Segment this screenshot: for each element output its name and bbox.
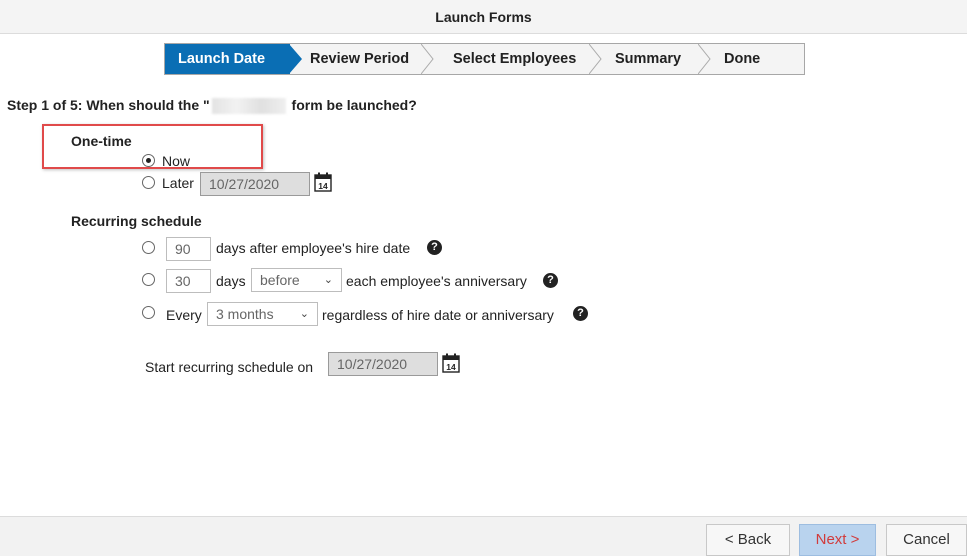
later-radio[interactable] [142,176,155,189]
select-value: before [260,272,300,288]
step-done[interactable]: Done [705,44,804,74]
interval-select[interactable]: 3 months ⌄ [207,302,318,326]
hire-days-field[interactable]: 90 [166,237,211,261]
later-label: Later [162,175,194,191]
now-label: Now [162,153,191,169]
chevron-down-icon: ⌄ [323,274,333,286]
later-date-field[interactable]: 10/27/2020 [200,172,310,196]
help-icon[interactable]: ? [573,306,588,321]
step-review-period[interactable]: Review Period [290,44,434,74]
every-radio[interactable] [142,306,155,319]
calendar-icon[interactable]: 14 [314,172,332,192]
back-button[interactable]: < Back [706,524,790,556]
anniversary-text: each employee's anniversary [346,273,527,289]
step-question: Step 1 of 5: When should the " form be l… [7,97,417,115]
anniversary-days-field[interactable]: 30 [166,269,211,293]
calendar-icon[interactable]: 14 [442,353,460,373]
start-date-field[interactable]: 10/27/2020 [328,352,438,376]
step-label: Summary [615,51,682,67]
select-value: 3 months [216,306,274,322]
chevron-down-icon: ⌄ [299,308,309,320]
window-title: Launch Forms [0,0,967,34]
one-time-title: One-time [71,133,132,149]
hire-date-radio[interactable] [142,241,155,254]
step-summary[interactable]: Summary [596,44,711,74]
cancel-button[interactable]: Cancel [886,524,967,556]
days-label: days [216,273,246,289]
step-label: Done [724,51,761,67]
redacted-form-name [211,98,286,115]
wizard-steps: Launch Date Review Period Select Employe… [164,43,805,75]
help-icon[interactable]: ? [427,240,442,255]
anniversary-radio[interactable] [142,273,155,286]
question-prefix: Step 1 of 5: When should the " [7,97,210,113]
start-recurring-label: Start recurring schedule on [145,359,314,375]
now-radio[interactable] [142,154,155,167]
question-suffix: form be launched? [291,97,417,113]
regardless-text: regardless of hire date or anniversary [322,307,554,323]
step-launch-date[interactable]: Launch Date [165,44,302,74]
step-label: Select Employees [453,51,577,67]
hire-date-text: days after employee's hire date [216,240,411,256]
svg-text:14: 14 [318,181,328,191]
svg-text:14: 14 [446,362,456,372]
next-button[interactable]: Next > [799,524,876,556]
step-label: Launch Date [178,51,266,67]
help-icon[interactable]: ? [543,273,558,288]
recurring-title: Recurring schedule [71,213,202,229]
before-after-select[interactable]: before ⌄ [251,268,342,292]
every-label: Every [166,307,202,323]
step-select-employees[interactable]: Select Employees [428,44,602,74]
step-label: Review Period [310,51,410,67]
